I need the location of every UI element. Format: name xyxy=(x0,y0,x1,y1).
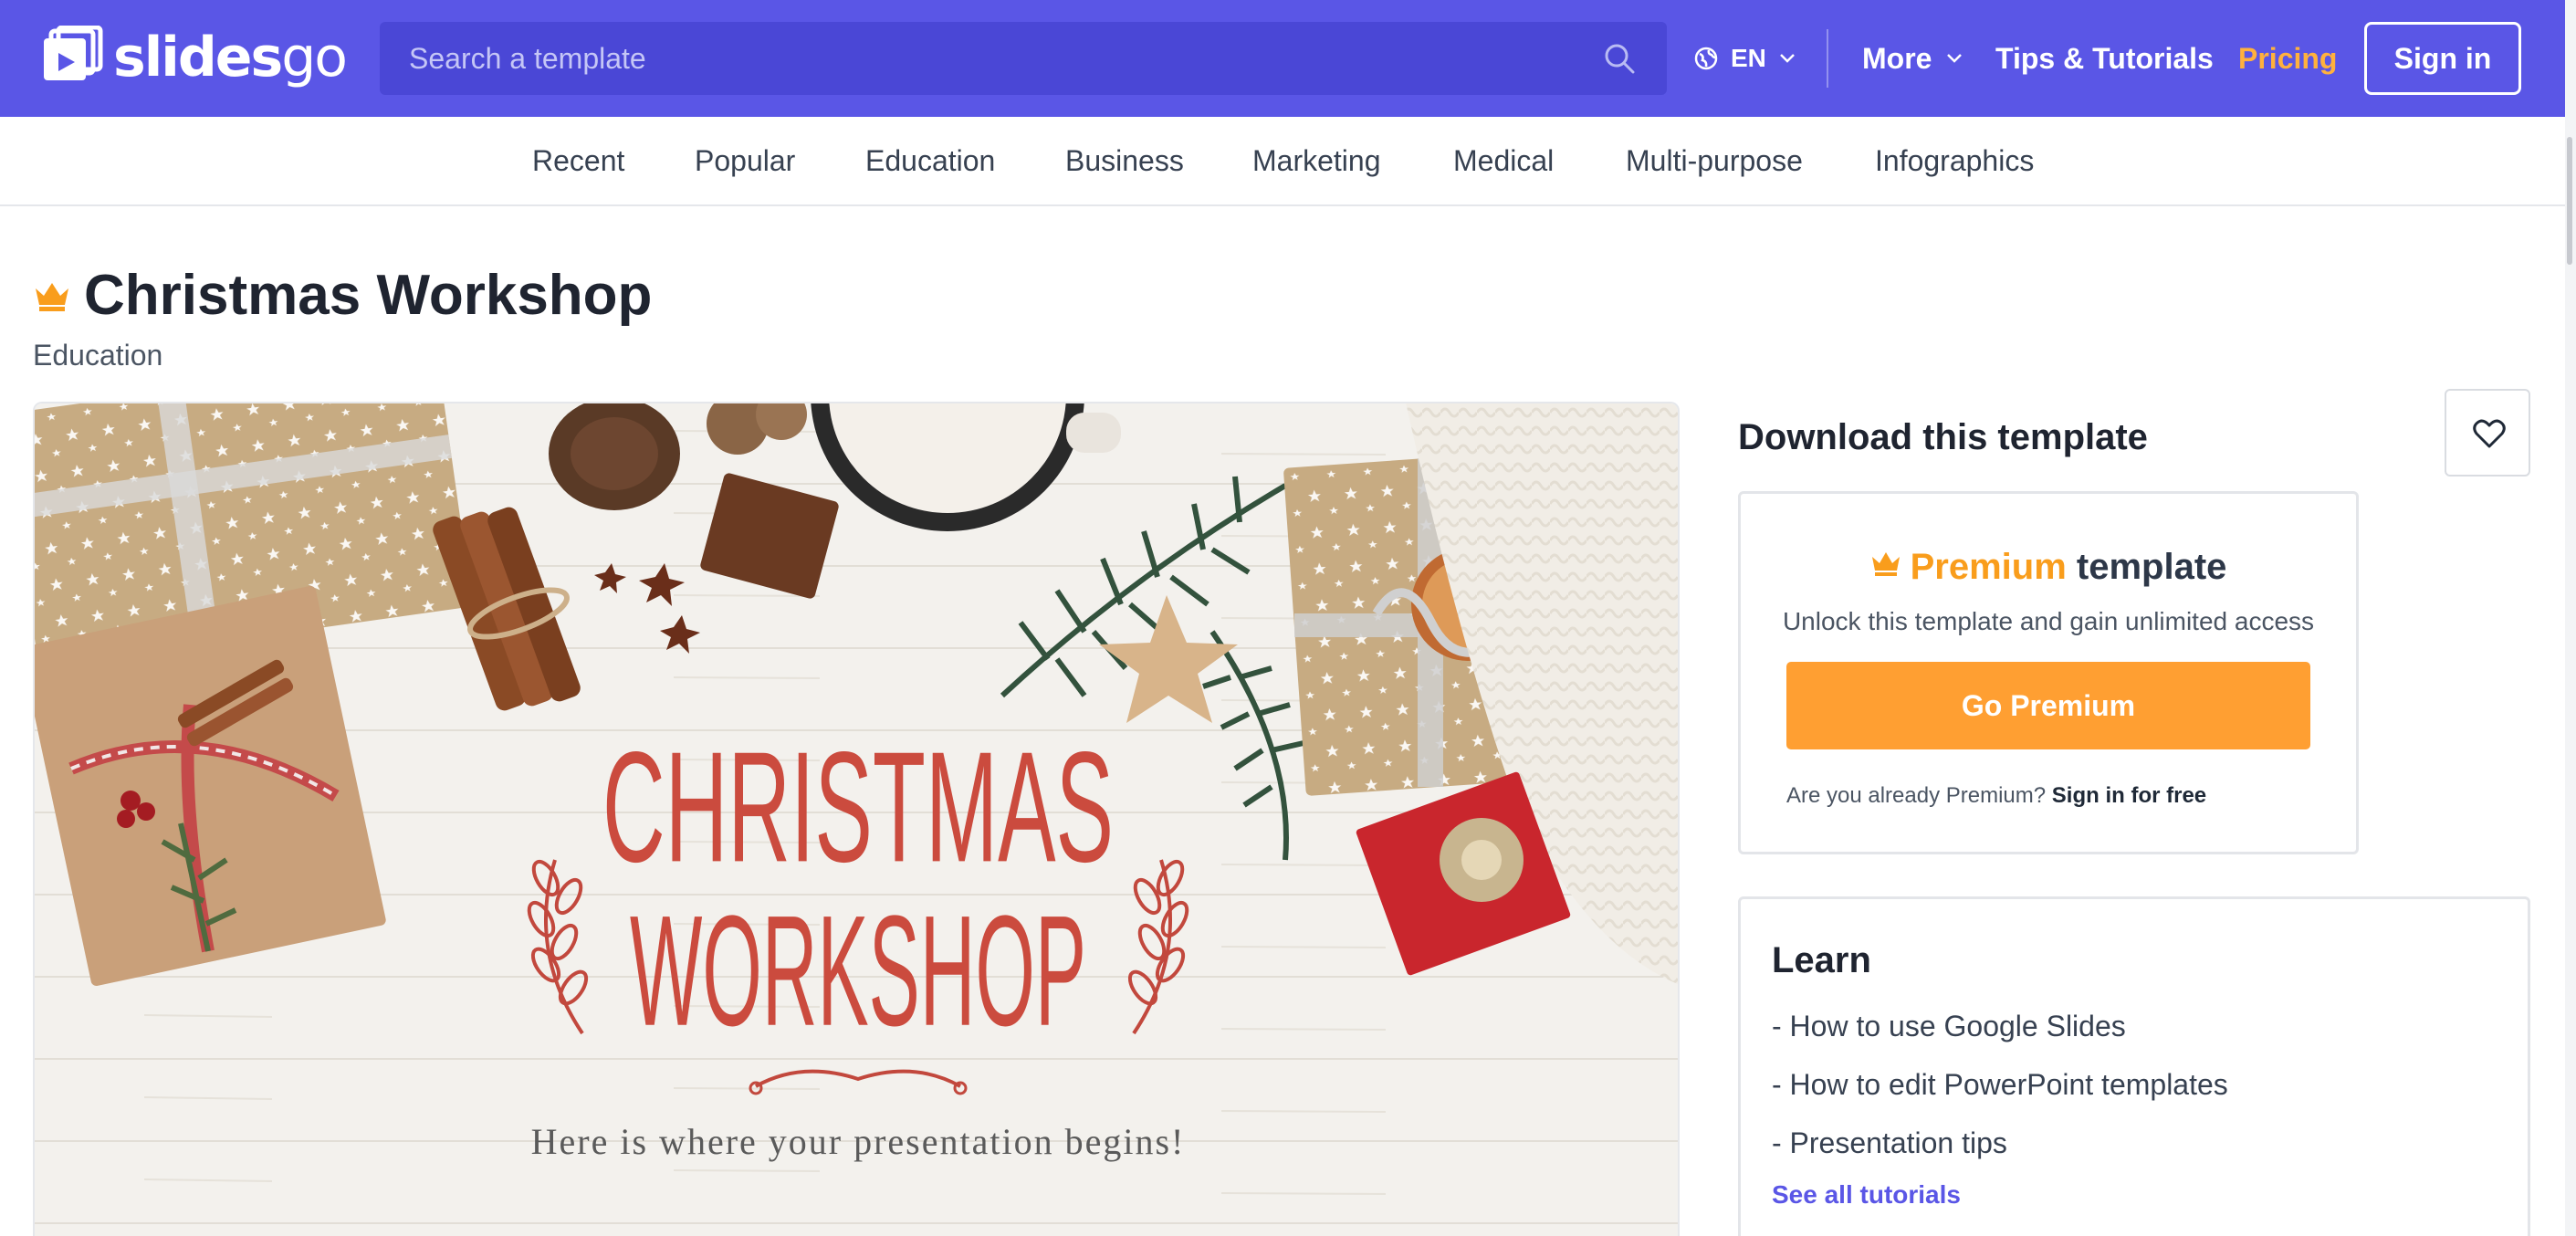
premium-subtitle: Unlock this template and gain unlimited … xyxy=(1782,607,2315,635)
sign-in-free-link[interactable]: Sign in for free xyxy=(2052,783,2206,808)
more-menu[interactable]: More xyxy=(1862,38,1963,79)
crown-icon xyxy=(36,283,68,311)
learn-item-google-slides[interactable]: - How to use Google Slides xyxy=(1772,1007,2126,1045)
pricing-link[interactable]: Pricing xyxy=(2238,38,2337,79)
search-icon[interactable] xyxy=(1603,42,1636,75)
category-marketing[interactable]: Marketing xyxy=(1252,141,1381,181)
logo-text: slidesgo xyxy=(113,26,348,89)
header-divider xyxy=(1827,29,1828,88)
search-input[interactable] xyxy=(409,22,1596,95)
category-medical[interactable]: Medical xyxy=(1453,141,1554,181)
language-label: EN xyxy=(1731,44,1766,72)
more-label: More xyxy=(1862,42,1932,75)
page-title: Christmas Workshop xyxy=(84,264,653,327)
chevron-down-icon xyxy=(1780,54,1795,63)
see-all-tutorials-link[interactable]: See all tutorials xyxy=(1772,1178,1961,1211)
template-category-link[interactable]: Education xyxy=(33,336,162,374)
preview-tagline: Here is where your presentation begins! xyxy=(531,1121,1186,1162)
category-popular[interactable]: Popular xyxy=(695,141,795,181)
category-education[interactable]: Education xyxy=(865,141,995,181)
template-preview[interactable]: CHRISTMAS WORKSHOP Here is where your pr… xyxy=(33,402,1680,1236)
chevron-down-icon xyxy=(1947,54,1963,63)
already-premium-text: Are you already Premium? xyxy=(1786,783,2047,808)
preview-headline-line2: WORKSHOP xyxy=(630,884,1086,1059)
category-multi-purpose[interactable]: Multi-purpose xyxy=(1626,141,1803,181)
learn-item-presentation-tips[interactable]: - Presentation tips xyxy=(1772,1124,2007,1162)
download-title: Download this template xyxy=(1738,417,2148,457)
learn-card: Learn - How to use Google Slides - How t… xyxy=(1738,896,2530,1236)
slidesgo-logo[interactable]: slidesgo xyxy=(40,26,348,89)
preview-headline-line1: CHRISTMAS xyxy=(602,720,1114,896)
premium-word: Premium xyxy=(1910,547,2067,587)
heart-icon xyxy=(2473,419,2506,448)
logo-icon xyxy=(44,26,103,80)
category-infographics[interactable]: Infographics xyxy=(1875,141,2034,181)
search-bar xyxy=(380,22,1667,95)
preview-image: CHRISTMAS WORKSHOP Here is where your pr… xyxy=(35,403,1678,1236)
scrollbar-thumb[interactable] xyxy=(2567,137,2572,265)
top-header: slidesgo EN More Tips & Tutorials Pricin… xyxy=(0,0,2565,117)
globe-icon xyxy=(1694,47,1718,70)
go-premium-button[interactable]: Go Premium xyxy=(1786,662,2310,749)
category-nav: Recent Popular Education Business Market… xyxy=(0,117,2565,206)
learn-title: Learn xyxy=(1772,940,1871,980)
premium-heading: Premium template xyxy=(1741,543,2356,591)
premium-signin-note: Are you already Premium? Sign in for fre… xyxy=(1786,780,2206,812)
premium-card: Premium template Unlock this template an… xyxy=(1738,491,2359,854)
category-business[interactable]: Business xyxy=(1065,141,1184,181)
language-selector[interactable]: EN xyxy=(1694,40,1796,77)
template-word: template xyxy=(2076,547,2227,587)
tips-tutorials-link[interactable]: Tips & Tutorials xyxy=(1995,38,2214,79)
crown-icon xyxy=(1871,552,1900,577)
sign-in-button[interactable]: Sign in xyxy=(2364,22,2521,95)
category-recent[interactable]: Recent xyxy=(532,141,624,181)
learn-item-powerpoint[interactable]: - How to edit PowerPoint templates xyxy=(1772,1065,2228,1104)
favorite-button[interactable] xyxy=(2445,389,2530,477)
